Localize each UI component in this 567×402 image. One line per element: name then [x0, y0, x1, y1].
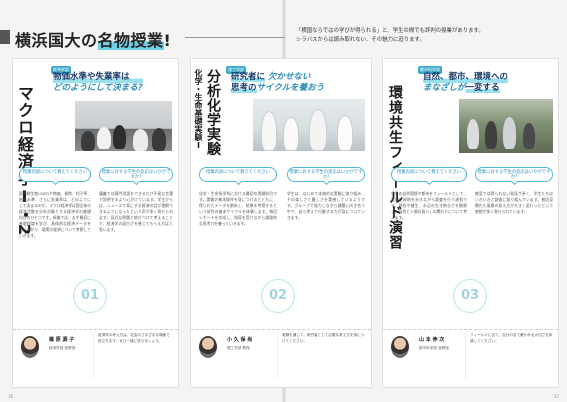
professor-avatar	[199, 336, 217, 358]
professor-message: 経済学の考え方は、社会のさまざまな場面で役立ちます。ぜひ一緒に学びましょう。	[93, 333, 173, 379]
course-topic: 自然、都市、環境への まなざしが一変する	[423, 72, 509, 93]
professor-role: 都市科学部 准教授	[419, 346, 449, 350]
professor-message: 実験を通して、研究者として必要な考え方を身につけてください。	[277, 333, 365, 379]
course-title: 分析化学実験	[205, 69, 221, 156]
course-card-economics: 経済学部 マクロ経済学Ⅰ・2 物価水準や失業率は どのようにして決まる? 授業内…	[12, 58, 179, 388]
header-accent-bar	[0, 30, 10, 44]
section-number-stamp: 02	[261, 279, 295, 313]
professor-name: 小 久 保 尚	[227, 337, 253, 343]
header-rule	[185, 37, 285, 38]
section-number-stamp: 03	[453, 279, 487, 313]
course-card-environment: 都市科学部 環境共生フィールド演習 自然、都市、環境への まなざしが一変する 授…	[382, 58, 559, 388]
professor-profile: 山 本 伸 次 都市科学部 准教授 フィールドに出て、自分の目で確かめる大切さを…	[383, 329, 558, 381]
professor-name: 篠 原 源 子	[49, 337, 75, 343]
magazine-spread: 横浜国大の名物授業! 「横国ならではの学びが得られる」と、学生の間でも評判の授業…	[0, 0, 567, 402]
professor-profile: 篠 原 源 子 経済学部 准教授 経済学の考え方は、社会のさまざまな場面で役立ち…	[13, 329, 178, 381]
professor-role: 経済学部 准教授	[49, 346, 76, 350]
course-topic: 物価水準や失業率は どのようにして決まる?	[53, 72, 143, 93]
question-bubble-content: 授業内容について教えてください	[19, 167, 91, 182]
field-photo	[459, 99, 553, 153]
feature-header: 横浜国大の名物授業! 「横国ならではの学びが得られる」と、学生の間でも評判の授業…	[0, 24, 567, 50]
feature-title: 横浜国大の名物授業!	[15, 31, 172, 50]
professor-role: 理工学部 教授	[227, 346, 250, 350]
question-bubble-reaction: 授業に対する学生の反応はいかがですか?	[99, 167, 173, 182]
professor-avatar	[391, 336, 409, 358]
course-subtitle: 化学・生命基礎実験Ⅰ	[194, 69, 203, 150]
page-number-right: 17	[553, 394, 559, 399]
professor-avatar	[21, 336, 39, 358]
question-bubble-content: 授業内容について教えてください	[391, 167, 467, 182]
question-bubble-reaction: 授業に対する学生の反応はいかがですか?	[287, 167, 365, 182]
professor-name: 山 本 伸 次	[419, 337, 445, 343]
lab-photo	[253, 99, 365, 151]
body-text-reaction: 学生は、はじめて本格的な実験に取り組み、その楽しさと難しさを実感しているようです…	[287, 191, 365, 220]
body-text-reaction: 教室では得られない発見が多く、学生たちはいきいきと調査に取り組んでいます。普段見…	[475, 191, 553, 214]
course-topic: 研究者に 欠かせない 思考のサイクルを養おう	[231, 72, 325, 93]
professor-message: フィールドに出て、自分の目で確かめる大切さを体感してください。	[465, 333, 553, 379]
question-bubble-reaction: 授業に対する学生の反応はいかがですか?	[475, 167, 553, 182]
course-card-chemistry: 理工学部 化学・生命基礎実験Ⅰ 分析化学実験 研究者に 欠かせない 思考のサイク…	[190, 58, 372, 388]
lecture-photo	[75, 101, 172, 151]
professor-profile: 小 久 保 尚 理工学部 教授 実験を通して、研究者として必要な考え方を身につけ…	[191, 329, 371, 381]
section-number-stamp: 01	[73, 279, 107, 313]
body-text-reaction: 講義では専門用語をできるだけ平易な言葉で説明するよう心がけています。学生からは、…	[99, 191, 173, 232]
question-bubble-content: 授業内容について教えてください	[199, 167, 277, 182]
page-number-left: 16	[8, 394, 14, 399]
feature-lead: 「横国ならではの学びが得られる」と、学生の間でも評判の授業があります。 シラバス…	[296, 28, 484, 43]
